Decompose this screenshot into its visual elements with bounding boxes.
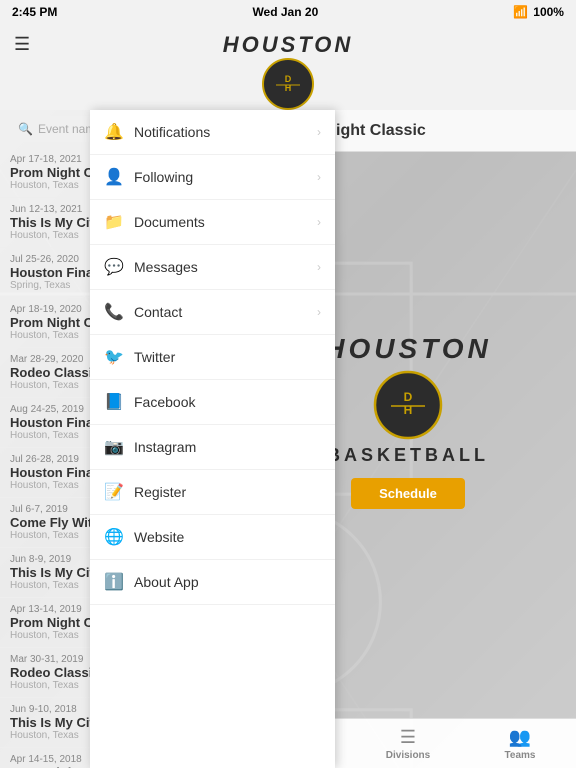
menu-item-documents[interactable]: 📁 Documents › [90,200,335,245]
menu-about-label: About App [134,574,199,590]
menu-contact-chevron: › [317,305,321,319]
menu-messages-icon: 💬 [104,257,124,277]
hamburger-button[interactable]: ☰ [14,34,30,55]
menu-item-messages[interactable]: 💬 Messages › [90,245,335,290]
panel-houston-text: HOUSTON [324,333,492,365]
menu-notifications-chevron: › [317,125,321,139]
menu-instagram-icon: 📷 [104,437,124,457]
menu-following-chevron: › [317,170,321,184]
panel-basketball-text: BASKETBALL [327,445,489,466]
nav-teams-label: Teams [505,750,536,761]
logo-badge: D H [262,58,314,110]
menu-documents-label: Documents [134,214,205,230]
menu-contact-icon: 📞 [104,302,124,322]
menu-item-following[interactable]: 👤 Following › [90,155,335,200]
menu-instagram-label: Instagram [134,439,196,455]
menu-overlay: 🔔 Notifications › 👤 Following › 📁 Docume… [90,110,335,768]
schedule-button[interactable]: Schedule [351,478,465,509]
menu-item-facebook[interactable]: 📘 Facebook [90,380,335,425]
nav-divisions-label: Divisions [386,750,430,761]
status-time: 2:45 PM [12,5,57,19]
menu-documents-chevron: › [317,215,321,229]
status-date: Wed Jan 20 [252,5,318,19]
menu-notifications-icon: 🔔 [104,122,124,142]
menu-register-label: Register [134,484,186,500]
nav-teams-icon: 👥 [509,727,531,748]
menu-contact-label: Contact [134,304,182,320]
menu-item-notifications[interactable]: 🔔 Notifications › [90,110,335,155]
menu-item-website[interactable]: 🌐 Website [90,515,335,560]
nav-divisions-icon: ☰ [400,727,416,748]
nav-item-teams[interactable]: 👥 Teams [464,727,576,761]
wifi-icon: 📶 [513,5,528,19]
menu-notifications-label: Notifications [134,124,210,140]
menu-website-label: Website [134,529,184,545]
menu-twitter-label: Twitter [134,349,175,365]
menu-item-register[interactable]: 📝 Register [90,470,335,515]
menu-about-icon: ℹ️ [104,572,124,592]
menu-messages-label: Messages [134,259,198,275]
menu-facebook-label: Facebook [134,394,195,410]
menu-item-contact[interactable]: 📞 Contact › [90,290,335,335]
logo-houston-text: HOUSTON [223,32,354,58]
menu-twitter-icon: 🐦 [104,347,124,367]
menu-following-icon: 👤 [104,167,124,187]
menu-documents-icon: 📁 [104,212,124,232]
panel-logo: HOUSTON D H BASKETBALL Schedule [324,333,492,509]
menu-item-instagram[interactable]: 📷 Instagram [90,425,335,470]
svg-text:D: D [404,390,413,404]
panel-badge: D H [373,370,443,440]
status-bar: 2:45 PM Wed Jan 20 📶 100% [0,0,576,24]
menu-facebook-icon: 📘 [104,392,124,412]
menu-following-label: Following [134,169,193,185]
nav-item-divisions[interactable]: ☰ Divisions [352,727,464,761]
menu-item-about[interactable]: ℹ️ About App [90,560,335,605]
menu-register-icon: 📝 [104,482,124,502]
menu-website-icon: 🌐 [104,527,124,547]
search-icon: 🔍 [18,122,33,136]
menu-item-twitter[interactable]: 🐦 Twitter [90,335,335,380]
menu-messages-chevron: › [317,260,321,274]
battery-status: 100% [533,5,564,19]
svg-text:H: H [404,403,413,417]
